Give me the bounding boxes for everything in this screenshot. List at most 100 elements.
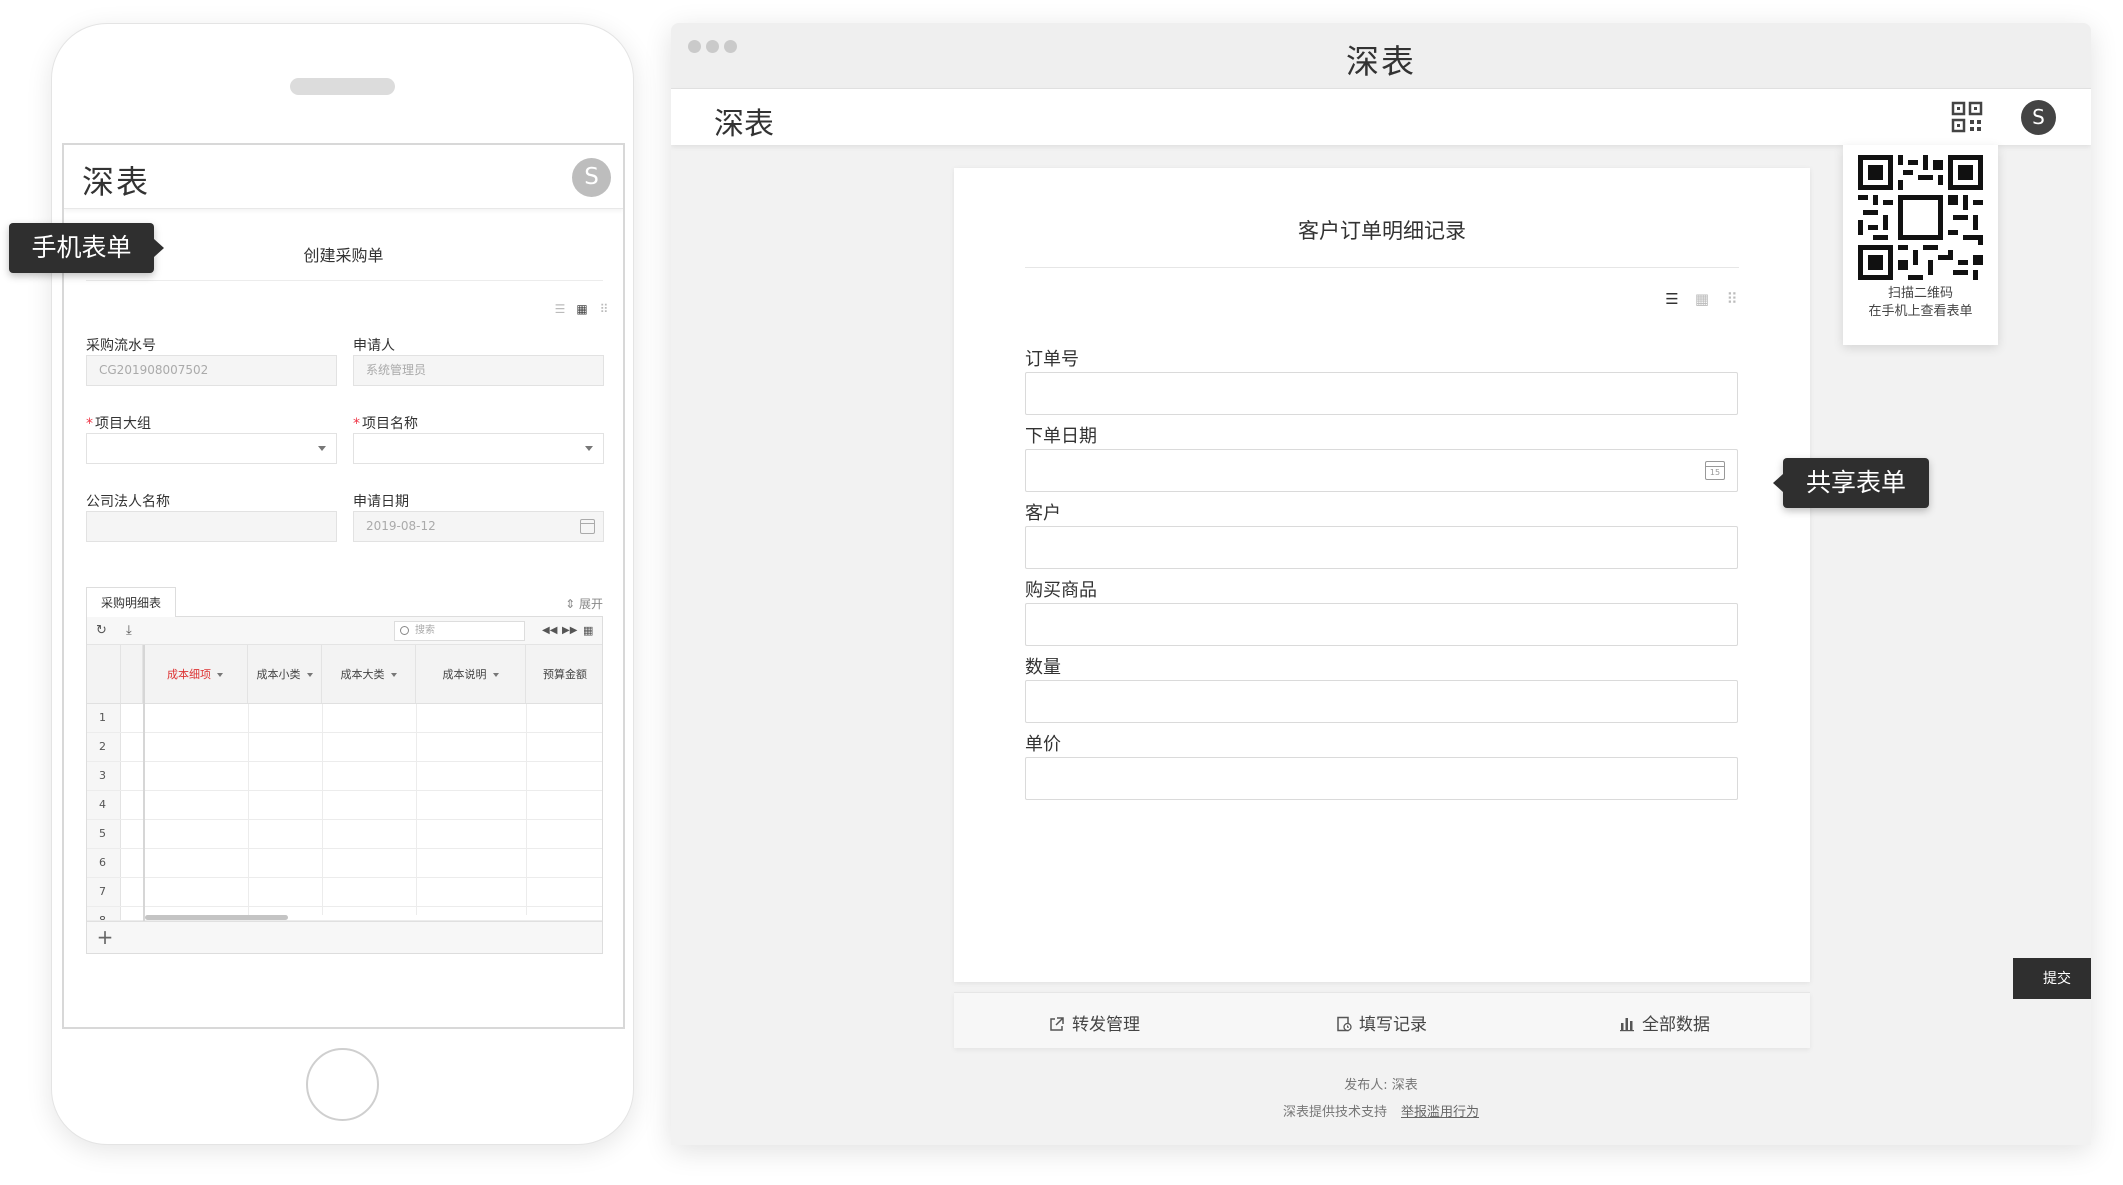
order-number-label: 订单号 (1025, 349, 1079, 370)
single-column-view-icon[interactable]: ☰ (553, 303, 567, 315)
download-icon[interactable]: ⤓ (126, 623, 132, 638)
calendar-icon (580, 519, 595, 534)
table-row[interactable]: 2 (87, 733, 602, 762)
app-header: 深表 S (671, 89, 2091, 145)
column-header[interactable]: 成本细项 (143, 645, 248, 703)
subtable-footer: + (87, 921, 602, 953)
project-group-select[interactable] (86, 433, 337, 464)
quantity-label: 数量 (1025, 657, 1061, 678)
single-column-view-icon[interactable]: ☰ (1664, 291, 1680, 307)
chevron-down-icon (217, 673, 223, 677)
applicant-label: 申请人 (353, 338, 395, 354)
phone-screen: 深表 S 创建采购单 ☰ ▦ ⠿ 采购流水号 CG201908007502 申请… (62, 143, 625, 1029)
two-column-view-icon[interactable]: ▦ (1694, 291, 1710, 307)
phone-title-divider (86, 280, 603, 281)
share-icon (1050, 1017, 1064, 1031)
company-legal-name-field[interactable] (86, 511, 337, 542)
apply-date-field[interactable]: 2019-08-12 (353, 511, 604, 542)
order-date-label: 下单日期 (1025, 426, 1097, 447)
two-column-view-icon[interactable]: ▦ (575, 303, 589, 315)
three-column-view-icon[interactable]: ⠿ (1724, 291, 1740, 307)
calendar-icon[interactable]: 15 (1705, 461, 1725, 480)
table-row[interactable]: 6 (87, 849, 602, 878)
qr-code-icon[interactable] (1951, 101, 1983, 133)
checkbox-header (121, 645, 143, 703)
product-input[interactable] (1025, 603, 1738, 646)
table-row[interactable]: 3 (87, 762, 602, 791)
mobile-form-tooltip: 手机表单 (9, 223, 164, 273)
submit-button[interactable]: 提交 (2013, 958, 2091, 999)
column-header[interactable]: 成本说明 (416, 645, 526, 703)
column-divider (322, 704, 323, 915)
form-title-divider (1025, 267, 1739, 268)
column-divider (416, 704, 417, 915)
applicant-field: 系统管理员 (353, 355, 604, 386)
app-logo[interactable]: 深表 (714, 99, 774, 143)
chevron-down-icon (318, 446, 326, 451)
qr-code-popover: 扫描二维码 在手机上查看表单 (1843, 145, 1998, 345)
table-row[interactable]: 1 (87, 704, 602, 733)
browser-window: 深表 深表 S 扫描二维码 在手机上查看表单 客户订单明细记录 ☰ ▦ ⠿ 订单… (671, 23, 2091, 1145)
table-row[interactable]: 4 (87, 791, 602, 820)
shared-form-tooltip: 共享表单 (1773, 458, 1929, 508)
subtable-search-input[interactable]: 搜索 (394, 621, 525, 641)
first-page-icon[interactable]: ◀◀ (542, 625, 557, 636)
serial-number-field: CG201908007502 (86, 355, 337, 386)
row-number-header (87, 645, 121, 703)
required-mark: * (86, 416, 93, 432)
search-icon (400, 626, 409, 635)
frozen-column-divider (143, 645, 145, 953)
project-name-label: * 项目名称 (353, 416, 418, 432)
powered-by-footer: 深表提供技术支持 举报滥用行为 (1282, 1105, 1480, 1120)
quantity-input[interactable] (1025, 680, 1738, 723)
subtable-tab[interactable]: 采购明细表 (86, 587, 176, 617)
phone-app-logo: 深表 (82, 163, 151, 201)
add-row-button[interactable]: + (95, 926, 115, 948)
fill-records-button[interactable]: 填写记录 (1336, 1010, 1427, 1035)
records-icon (1337, 1016, 1352, 1032)
chevron-down-icon (390, 673, 397, 677)
column-header[interactable]: 成本小类 (248, 645, 322, 703)
phone-speaker (290, 78, 395, 95)
window-title: 深表 (1346, 42, 1416, 81)
subtable-header: 成本细项 成本小类 成本大类 成本说明 预算金额 (87, 645, 602, 704)
phone-avatar[interactable]: S (572, 158, 611, 197)
user-avatar[interactable]: S (2021, 100, 2056, 135)
all-data-button[interactable]: 全部数据 (1619, 1010, 1710, 1035)
unit-price-label: 单价 (1025, 734, 1061, 755)
order-number-input[interactable] (1025, 372, 1738, 415)
column-header[interactable]: 预算金额 (526, 645, 604, 703)
grid-settings-icon[interactable]: ▦ (583, 624, 593, 637)
three-column-view-icon[interactable]: ⠿ (597, 303, 611, 315)
company-legal-name-label: 公司法人名称 (86, 494, 170, 510)
column-divider (248, 704, 249, 915)
last-page-icon[interactable]: ▶▶ (562, 625, 577, 636)
project-name-select[interactable] (353, 433, 604, 464)
browser-titlebar: 深表 (671, 23, 2091, 89)
refresh-icon[interactable]: ↻ (96, 623, 107, 638)
unit-price-input[interactable] (1025, 757, 1738, 800)
subtable-toolbar: ↻ ⤓ 搜索 ◀◀ ▶▶ ▦ (87, 617, 602, 645)
order-date-input[interactable]: 15 (1025, 449, 1738, 492)
expand-icon: ⇕ (565, 597, 579, 611)
chevron-down-icon (492, 673, 499, 677)
form-view-switcher: ☰ ▦ ⠿ (1664, 291, 1740, 307)
expand-button[interactable]: ⇕ 展开 (565, 595, 603, 612)
column-header[interactable]: 成本大类 (322, 645, 416, 703)
qr-code-image (1858, 155, 1983, 280)
horizontal-scrollbar[interactable] (145, 915, 288, 920)
required-mark: * (353, 416, 360, 432)
product-label: 购买商品 (1025, 580, 1097, 601)
column-divider (526, 704, 527, 915)
table-row[interactable]: 5 (87, 820, 602, 849)
apply-date-label: 申请日期 (353, 494, 409, 510)
phone-home-button (306, 1048, 379, 1121)
forward-management-button[interactable]: 转发管理 (1049, 1010, 1140, 1035)
report-abuse-link[interactable]: 举报滥用行为 (1401, 1105, 1479, 1120)
form-title: 客户订单明细记录 (1298, 219, 1466, 243)
subtable-grid: ↻ ⤓ 搜索 ◀◀ ▶▶ ▦ 成本细项 成本小类 成本大类 成本说明 预算金额 … (86, 616, 603, 954)
table-row[interactable]: 7 (87, 878, 602, 907)
phone-view-switcher: ☰ ▦ ⠿ (553, 303, 611, 315)
qr-caption-scan: 扫描二维码 (1887, 286, 1953, 301)
customer-input[interactable] (1025, 526, 1738, 569)
